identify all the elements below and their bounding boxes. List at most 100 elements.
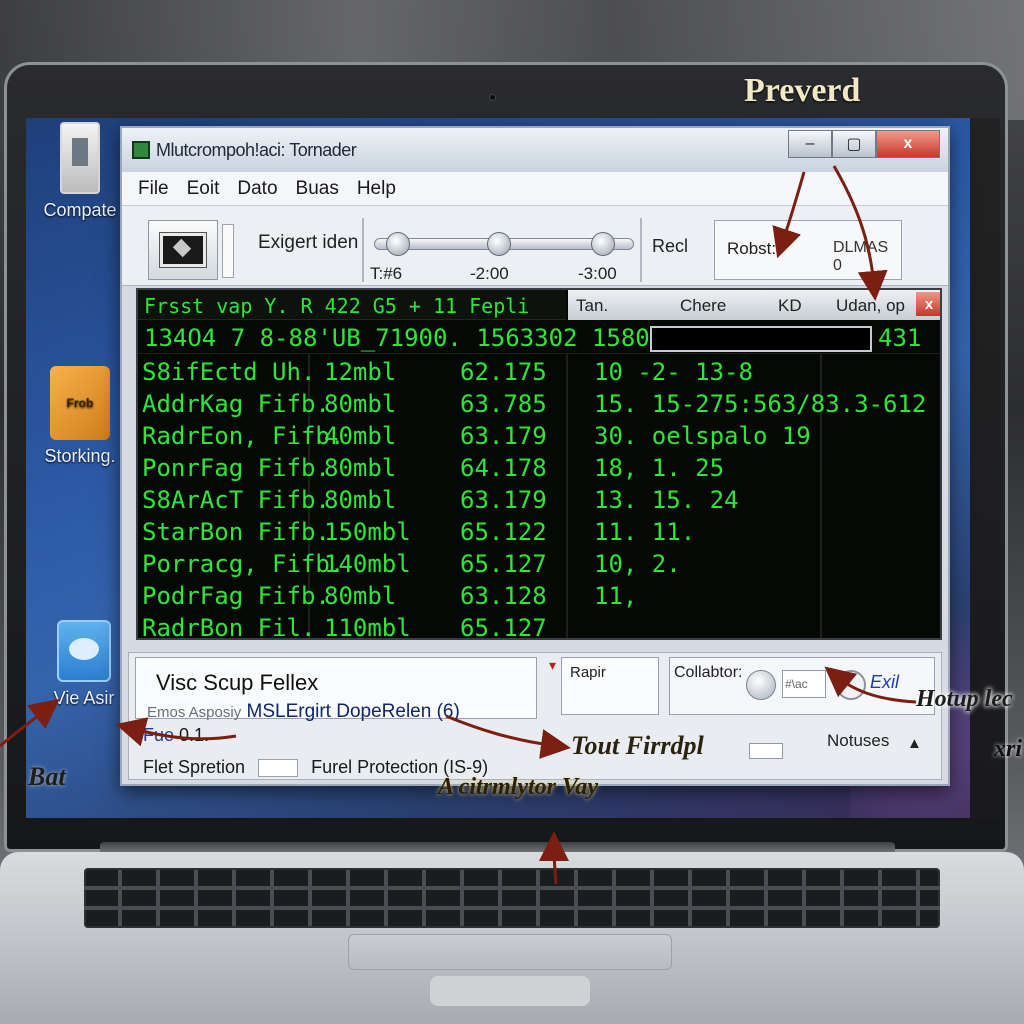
base-notch: [430, 976, 590, 1006]
row-detail: 10 -2- 13-8: [594, 358, 753, 386]
menu-edit[interactable]: Eoit: [187, 178, 220, 200]
row-value: 65.122: [460, 518, 547, 546]
column-header[interactable]: Tan.: [576, 296, 608, 316]
slider-knob[interactable]: [591, 232, 616, 256]
table-row[interactable]: RadrBon Fil. 110mbl 65.127: [138, 612, 940, 640]
flet-field[interactable]: [258, 759, 299, 778]
row-size: 12mbl: [324, 358, 397, 386]
row-detail: 11,: [594, 582, 638, 610]
desktop-icon-vie-asir[interactable]: Vie Asir: [44, 620, 124, 709]
row-size: 80mbl: [324, 582, 397, 610]
close-button[interactable]: x: [876, 130, 940, 158]
trackpad: [348, 934, 672, 970]
webcam-icon: [489, 94, 496, 101]
tout-field[interactable]: [749, 743, 783, 759]
column-header[interactable]: KD: [778, 296, 802, 316]
row-name: S8ifEctd Uh.: [142, 358, 316, 386]
row-name: S8ArAcT Fifb.: [142, 486, 330, 514]
bat-annotation: Bat: [28, 762, 66, 791]
robust-field[interactable]: Robst: DLMAS 0: [714, 220, 902, 280]
expert-label: Exigert iden: [258, 232, 359, 253]
desktop-icon-label: Storking.: [44, 446, 116, 466]
row-detail: 10, 2.: [594, 550, 681, 578]
robust-value: DLMAS 0: [833, 239, 889, 274]
fue-value: 0.1.: [179, 725, 210, 745]
table-row[interactable]: S8ifEctd Uh. 12mbl 62.175 10 -2- 13-8: [138, 356, 940, 388]
row-name: RadrBon Fil.: [142, 614, 316, 640]
row-value: 65.127: [460, 614, 547, 640]
annotation-eternity: A citrmlytor Vay: [438, 774, 599, 800]
robust-label: Robst:: [727, 239, 777, 258]
desktop-icon-computer[interactable]: Compate: [34, 122, 126, 221]
window-titlebar[interactable]: Mlutcrompoh!aci: Tornader – ▢ x: [122, 128, 948, 172]
menu-buas[interactable]: Buas: [296, 178, 339, 200]
terminal-rows: S8ifEctd Uh. 12mbl 62.175 10 -2- 13-8 AddrKa…: [138, 356, 940, 640]
toolbar: Exigert iden T:#6 -2:00 -3:00 Recl Robst…: [122, 206, 948, 286]
minimize-button[interactable]: –: [788, 130, 832, 158]
window-title: Mlutcrompoh!aci: Tornader: [156, 139, 357, 160]
screen-bezel-right: [970, 118, 1000, 818]
terminal-data-panel: Frsst vap Y. R 422 G5 + 11 Fepli Tan. Ch…: [136, 288, 942, 640]
bottom-panel: Visc Scup Fellex ▾ Rapir Collabtor: #\ac…: [128, 652, 942, 780]
table-row[interactable]: S8ArAcT Fifb. 80mbl 63.179 13. 15. 24: [138, 484, 940, 516]
panel-close-button[interactable]: x: [916, 292, 940, 316]
knob-icon[interactable]: [836, 670, 866, 700]
desktop-icon-storing[interactable]: Frob Storking.: [34, 366, 126, 467]
cloud-app-icon: [57, 620, 111, 682]
table-row[interactable]: AddrKag Fifb. 80mbl 63.785 15. 15-275:563/8…: [138, 388, 940, 420]
monitor-icon: [159, 232, 207, 268]
menu-file[interactable]: File: [138, 178, 169, 200]
table-row[interactable]: RadrEon, Fifb. 40mbl 63.179 30. oelspalo 19: [138, 420, 940, 452]
slider-knob[interactable]: [487, 232, 512, 256]
id-row-value: 431: [878, 324, 922, 352]
row-detail: 11. 11.: [594, 518, 696, 546]
row-value: 63.785: [460, 390, 547, 418]
range-slider[interactable]: T:#6 -2:00 -3:00: [362, 218, 642, 283]
row-name: RadrEon, Fifb.: [142, 422, 345, 450]
exit-link[interactable]: Exil: [870, 672, 899, 693]
flet-line: Flet Spretion Furel Protection (IS-9): [143, 757, 488, 778]
slider-knob[interactable]: [385, 232, 410, 256]
collaborator-label: Collabtor:: [674, 664, 743, 681]
id-input[interactable]: [650, 326, 872, 352]
table-row[interactable]: Porracg, Fifb. 140mbl 65.127 10, 2.: [138, 548, 940, 580]
computer-icon: [60, 122, 100, 194]
folder-badge: Frob: [66, 396, 94, 410]
collaborator-field[interactable]: #\ac: [782, 670, 826, 698]
slider-tick-label: -2:00: [470, 264, 509, 283]
row-size: 80mbl: [324, 486, 397, 514]
terminal-header: Frsst vap Y. R 422 G5 + 11 Fepli: [138, 290, 566, 320]
row-value: 64.178: [460, 454, 547, 482]
folder-icon: Frob: [50, 366, 110, 440]
desktop-icon-label: Vie Asir: [53, 688, 115, 708]
maximize-button[interactable]: ▢: [832, 130, 876, 158]
row-value: 65.127: [460, 550, 547, 578]
row-value: 63.179: [460, 486, 547, 514]
row-size: 80mbl: [324, 454, 397, 482]
fue-label[interactable]: Fue: [143, 725, 174, 745]
visc-label: Visc Scup Fellex: [156, 670, 319, 695]
triangle-up-icon[interactable]: ▲: [907, 735, 922, 752]
ms-prefix: Emos Asposiy: [147, 704, 242, 721]
notuses-label: Notuses: [827, 731, 890, 750]
column-header[interactable]: Chere: [680, 296, 726, 316]
row-size: 110mbl: [324, 614, 411, 640]
table-row[interactable]: PodrFag Fifb. 80mbl 63.128 11,: [138, 580, 940, 612]
desktop-icon-label: Compate: [43, 200, 117, 220]
row-size: 150mbl: [324, 518, 411, 546]
monitor-button[interactable]: [148, 220, 218, 280]
menu-data[interactable]: Dato: [237, 178, 277, 200]
column-header[interactable]: Udan, op: [836, 296, 905, 316]
table-row[interactable]: StarBon Fifb. 150mbl 65.122 11. 11.: [138, 516, 940, 548]
menu-help[interactable]: Help: [357, 178, 396, 200]
repair-button[interactable]: Rapir: [561, 657, 659, 715]
repair-label: Rapir: [570, 664, 606, 681]
table-row[interactable]: PonrFag Fifb. 80mbl 64.178 18, 1. 25: [138, 452, 940, 484]
ms-line: Emos Asposiy MSLErgirt DopeRelen (6): [147, 701, 460, 723]
slider-tick-label: T:#6: [370, 264, 403, 283]
keyboard: [84, 868, 940, 928]
row-size: 40mbl: [324, 422, 397, 450]
row-detail: 15. 15-275:563/83.3-612: [594, 390, 927, 418]
dial-icon[interactable]: [746, 670, 776, 700]
row-value: 63.128: [460, 582, 547, 610]
